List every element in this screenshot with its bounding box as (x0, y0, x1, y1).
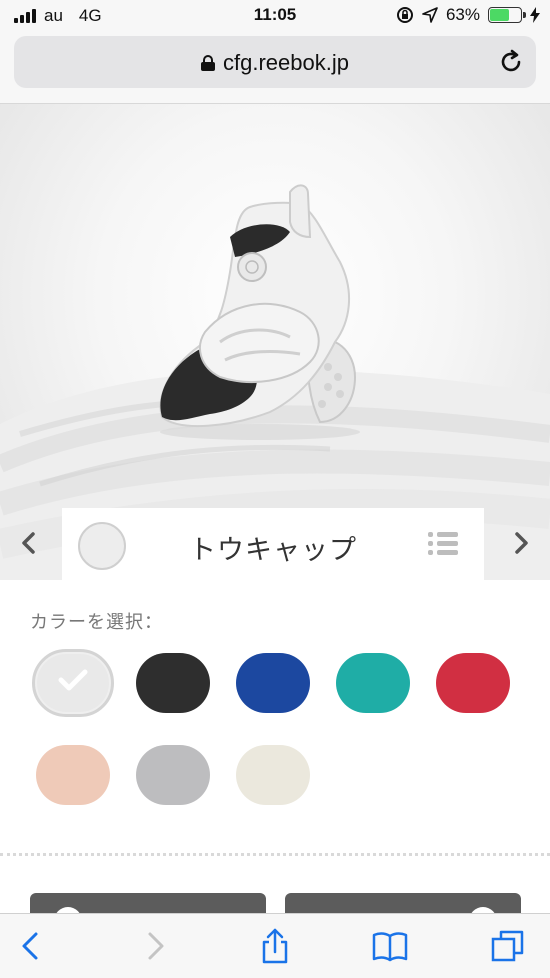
status-right: 63% (396, 5, 540, 25)
address-text-wrap[interactable]: cfg.reebok.jp (14, 50, 536, 76)
rotation-lock-icon (396, 7, 413, 23)
color-swatch-teal[interactable] (336, 653, 410, 713)
charging-bolt-icon (530, 7, 540, 23)
lock-icon (201, 55, 216, 71)
part-card[interactable]: トウキャップ (62, 508, 484, 580)
battery-percent: 63% (445, 5, 480, 24)
list-icon[interactable] (428, 532, 458, 556)
address-bar[interactable]: cfg.reebok.jp (14, 36, 536, 88)
color-picker-label: カラーを選択： (30, 612, 163, 632)
color-swatch-gray[interactable] (136, 745, 210, 805)
book-icon[interactable] (372, 928, 408, 964)
url-text: cfg.reebok.jp (223, 50, 349, 75)
sneaker-image (159, 184, 360, 440)
browser-toolbar (0, 913, 550, 978)
color-swatch-peach[interactable] (36, 745, 110, 805)
color-swatch-red[interactable] (436, 653, 510, 713)
part-selector: トウキャップ (0, 508, 550, 580)
next-part-arrow-icon[interactable] (506, 528, 536, 558)
reload-icon[interactable] (498, 49, 524, 75)
battery-fill (490, 9, 509, 21)
share-icon[interactable] (257, 928, 293, 964)
part-name: トウキャップ (189, 535, 357, 565)
previous-part-arrow-icon[interactable] (14, 528, 44, 558)
chevron-right-icon[interactable] (138, 928, 174, 964)
color-picker: カラーを選択： (0, 580, 550, 860)
battery-icon (488, 7, 526, 23)
tabs-icon[interactable] (490, 928, 526, 964)
dotted-divider (0, 853, 550, 856)
checkmark-icon (58, 669, 88, 691)
color-swatch-blue[interactable] (236, 653, 310, 713)
browser-address-area: cfg.reebok.jp (0, 30, 550, 104)
location-arrow-icon (422, 7, 438, 23)
color-swatch-white[interactable] (32, 649, 114, 717)
status-bar: au 4G 11:05 63% (0, 0, 550, 30)
color-swatch-black[interactable] (136, 653, 210, 713)
color-swatch-cream[interactable] (236, 745, 310, 805)
chevron-left-icon[interactable] (14, 928, 50, 964)
